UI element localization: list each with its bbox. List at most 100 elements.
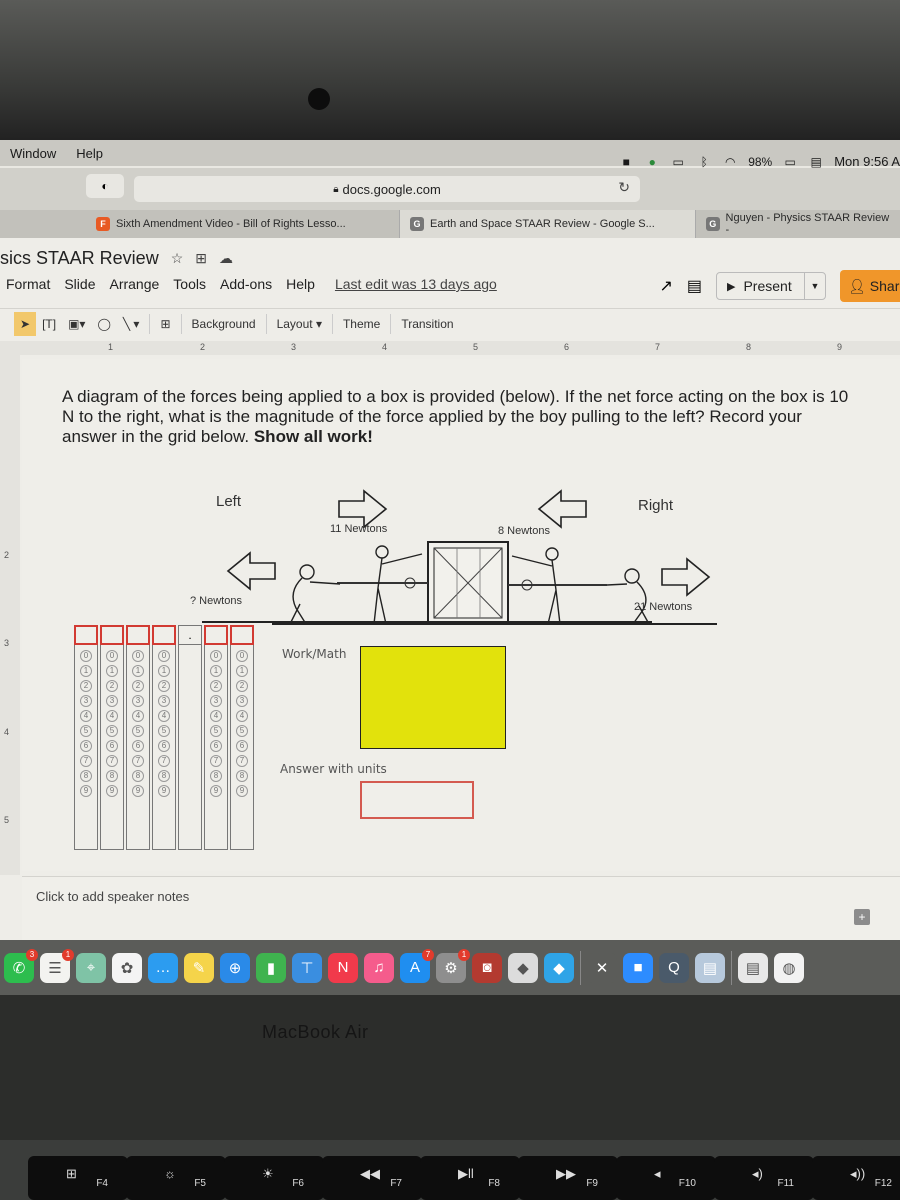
key-f6[interactable]: ☀ F6 — [224, 1156, 324, 1200]
digit-bubble[interactable]: 6 — [132, 740, 144, 752]
grid-entry-cell[interactable] — [230, 625, 254, 645]
menu-format[interactable]: Format — [6, 276, 50, 292]
line-tool-icon[interactable]: ╲ ▾ — [117, 312, 146, 336]
digit-bubble[interactable]: 8 — [210, 770, 222, 782]
doc-title[interactable]: sics STAAR Review — [0, 248, 159, 269]
last-edit-link[interactable]: Last edit was 13 days ago — [335, 276, 497, 292]
dock-utilities-icon[interactable]: ✕ — [587, 952, 617, 983]
digit-bubble[interactable]: 7 — [132, 755, 144, 767]
digit-bubble[interactable]: 2 — [132, 680, 144, 692]
dock-messages-icon[interactable]: … — [148, 952, 178, 983]
digit-bubble[interactable]: 2 — [158, 680, 170, 692]
digit-bubble[interactable]: 4 — [210, 710, 222, 722]
wifi-icon[interactable]: ◠ — [722, 155, 738, 169]
digit-bubble[interactable]: 8 — [158, 770, 170, 782]
activity-dashboard-icon[interactable]: ↗ — [659, 276, 672, 296]
digit-bubble[interactable]: 6 — [210, 740, 222, 752]
key-f4[interactable]: ⊞ F4 — [28, 1156, 128, 1200]
digit-bubble[interactable]: 1 — [132, 665, 144, 677]
speaker-notes[interactable]: Click to add speaker notes + — [22, 876, 900, 946]
digit-bubble[interactable]: 3 — [106, 695, 118, 707]
key-f8[interactable]: ▶ll F8 — [420, 1156, 520, 1200]
dock-system-preferences-icon[interactable]: ⚙ 1 — [436, 948, 470, 983]
digit-bubble[interactable]: 6 — [236, 740, 248, 752]
dock-reminders-icon[interactable]: ☰ 1 — [40, 948, 74, 983]
key-f10[interactable]: ◂ F10 — [616, 1156, 716, 1200]
menu-tools[interactable]: Tools — [173, 276, 206, 292]
menu-help[interactable]: Help — [66, 146, 113, 161]
layout-button[interactable]: Layout ▾ — [271, 312, 328, 336]
digit-bubble[interactable]: 5 — [106, 725, 118, 737]
dock-notes-icon[interactable]: ✎ — [184, 952, 214, 983]
digit-bubble[interactable]: 9 — [106, 785, 118, 797]
digit-bubble[interactable]: 2 — [236, 680, 248, 692]
digit-bubble[interactable]: 9 — [210, 785, 222, 797]
digit-bubble[interactable]: 4 — [132, 710, 144, 722]
flag-icon[interactable]: ▤ — [808, 155, 824, 169]
digit-bubble[interactable]: 3 — [80, 695, 92, 707]
digit-bubble[interactable]: 9 — [158, 785, 170, 797]
dock-facetime-icon[interactable]: ✆ 3 — [4, 948, 38, 983]
digit-bubble[interactable]: 1 — [236, 665, 248, 677]
comments-icon[interactable]: ▤ — [687, 276, 702, 296]
question-text[interactable]: A diagram of the forces being applied to… — [62, 387, 852, 447]
dock-music-icon[interactable]: ♫ — [364, 952, 394, 983]
digit-bubble[interactable]: 0 — [236, 650, 248, 662]
digit-bubble[interactable]: 2 — [80, 680, 92, 692]
comment-add-icon[interactable]: ⊞ — [154, 312, 176, 336]
digit-bubble[interactable]: 0 — [80, 650, 92, 662]
slide-canvas[interactable]: A diagram of the forces being applied to… — [22, 359, 900, 871]
background-button[interactable]: Background — [186, 312, 262, 336]
dock-safari-icon[interactable]: ⊕ — [220, 952, 250, 983]
clock[interactable]: Mon 9:56 A — [834, 154, 900, 169]
transition-button[interactable]: Transition — [395, 312, 459, 336]
dock-keynote-icon[interactable]: ⊤ — [292, 952, 322, 983]
digit-bubble[interactable]: 5 — [132, 725, 144, 737]
dock-photo-booth-icon[interactable]: ◙ — [472, 952, 502, 983]
grid-entry-cell[interactable] — [204, 625, 228, 645]
digit-bubble[interactable]: 1 — [80, 665, 92, 677]
green-app-icon[interactable]: ● — [644, 155, 660, 169]
dock-roblox-icon[interactable]: ◆ — [544, 952, 574, 983]
add-explore-icon[interactable]: + — [854, 909, 870, 925]
digit-bubble[interactable]: 4 — [80, 710, 92, 722]
star-icon[interactable]: ☆ — [171, 250, 184, 267]
digit-bubble[interactable]: 8 — [132, 770, 144, 782]
digit-bubble[interactable]: 8 — [106, 770, 118, 782]
dock-app-store-icon[interactable]: A7 — [400, 948, 434, 983]
address-bar[interactable]: 🔒︎ docs.google.com ↻ — [134, 176, 640, 202]
digit-bubble[interactable]: 5 — [210, 725, 222, 737]
grid-entry-cell[interactable] — [74, 625, 98, 645]
menu-slide[interactable]: Slide — [64, 276, 95, 292]
tab-earth-space[interactable]: G Earth and Space STAAR Review - Google … — [400, 210, 696, 238]
answer-units-box[interactable] — [360, 781, 474, 819]
menu-addons[interactable]: Add-ons — [220, 276, 272, 292]
tab-sixth-amendment[interactable]: F Sixth Amendment Video - Bill of Rights… — [0, 210, 400, 238]
theme-button[interactable]: Theme — [337, 312, 386, 336]
digit-bubble[interactable]: 8 — [80, 770, 92, 782]
image-tool-icon[interactable]: ▣▾ — [62, 312, 91, 336]
digit-bubble[interactable]: 9 — [236, 785, 248, 797]
digit-bubble[interactable]: 6 — [106, 740, 118, 752]
present-dropdown-icon[interactable]: ▼ — [805, 281, 825, 291]
shape-tool-icon[interactable]: ◯ — [91, 312, 116, 336]
dock-maps-icon[interactable]: ⌖ — [76, 952, 106, 983]
grid-entry-cell[interactable] — [100, 625, 124, 645]
cloud-saved-icon[interactable]: ☁ — [219, 250, 233, 267]
digit-bubble[interactable]: 4 — [158, 710, 170, 722]
airplay-icon[interactable]: ▭ — [670, 155, 686, 169]
work-math-box[interactable] — [360, 646, 506, 749]
digit-bubble[interactable]: 1 — [210, 665, 222, 677]
digit-bubble[interactable]: 5 — [158, 725, 170, 737]
menu-arrange[interactable]: Arrange — [109, 276, 159, 292]
digit-bubble[interactable]: 2 — [106, 680, 118, 692]
menu-window[interactable]: Window — [0, 146, 66, 161]
key-f7[interactable]: ◀◀ F7 — [322, 1156, 422, 1200]
digit-bubble[interactable]: 4 — [106, 710, 118, 722]
share-button[interactable]: 👤︎ Share — [840, 270, 900, 302]
grid-entry-cell[interactable] — [152, 625, 176, 645]
move-folder-icon[interactable]: ⊞ — [195, 250, 207, 267]
digit-bubble[interactable]: 6 — [158, 740, 170, 752]
digit-bubble[interactable]: 6 — [80, 740, 92, 752]
digit-bubble[interactable]: 7 — [158, 755, 170, 767]
